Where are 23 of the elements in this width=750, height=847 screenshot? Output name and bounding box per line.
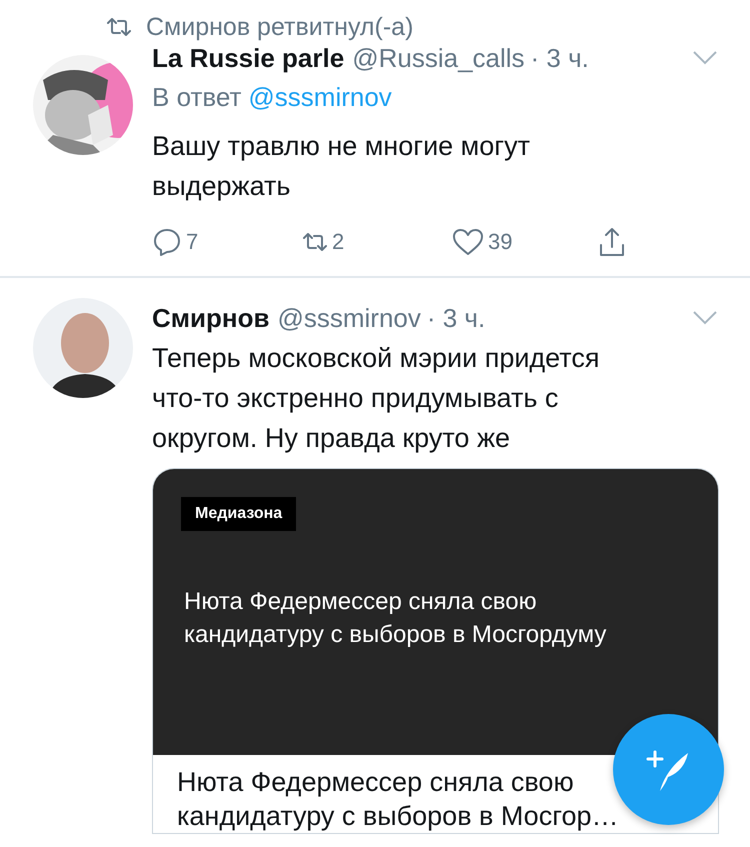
retweet-context: Смирнов ретвитнул(-а) [146, 12, 414, 42]
retweet-icon [106, 18, 132, 36]
reply-icon [152, 227, 182, 257]
link-card[interactable]: Медиазона Нюта Федермессер сняла свою кандидатуру с выборов в Мосгордуму Нюта Федермессер сняла свою кандидатуру с выборов в Мосгор… [152, 468, 719, 834]
author-handle: @Russia_calls [352, 42, 525, 74]
card-title: Нюта Федермессер сняла свою кандидатуру с выборов в Мосгор… [177, 766, 618, 833]
author-name: La Russie parle [152, 42, 344, 74]
source-label: Медиазона [181, 497, 296, 531]
tweet-time: · 3 ч. [530, 42, 589, 74]
author-name: Смирнов [152, 302, 270, 334]
tweet-time: · 3 ч. [426, 302, 486, 334]
author-handle: @sssmirnov [277, 302, 421, 334]
retweet-icon [302, 233, 328, 251]
like-button[interactable]: 39 [452, 228, 597, 256]
retweet-button[interactable]: 2 [302, 229, 452, 255]
image-headline: Нюта Федермессер сняла свою кандидатуру с выборов в Мосгордуму [183, 587, 608, 650]
reply-handle-link[interactable]: @sssmirnov [248, 82, 392, 112]
reply-button[interactable]: 7 [152, 227, 302, 257]
share-icon [597, 227, 627, 257]
heart-icon [452, 228, 484, 256]
tweet-text: Теперь московской мэрии придется что-то экстренно придумывать с округом. Ну правда круто же [152, 342, 600, 455]
tweet-text: Вашу травлю не многие могут выдержать [152, 130, 531, 203]
reply-label: В ответ [152, 82, 242, 112]
